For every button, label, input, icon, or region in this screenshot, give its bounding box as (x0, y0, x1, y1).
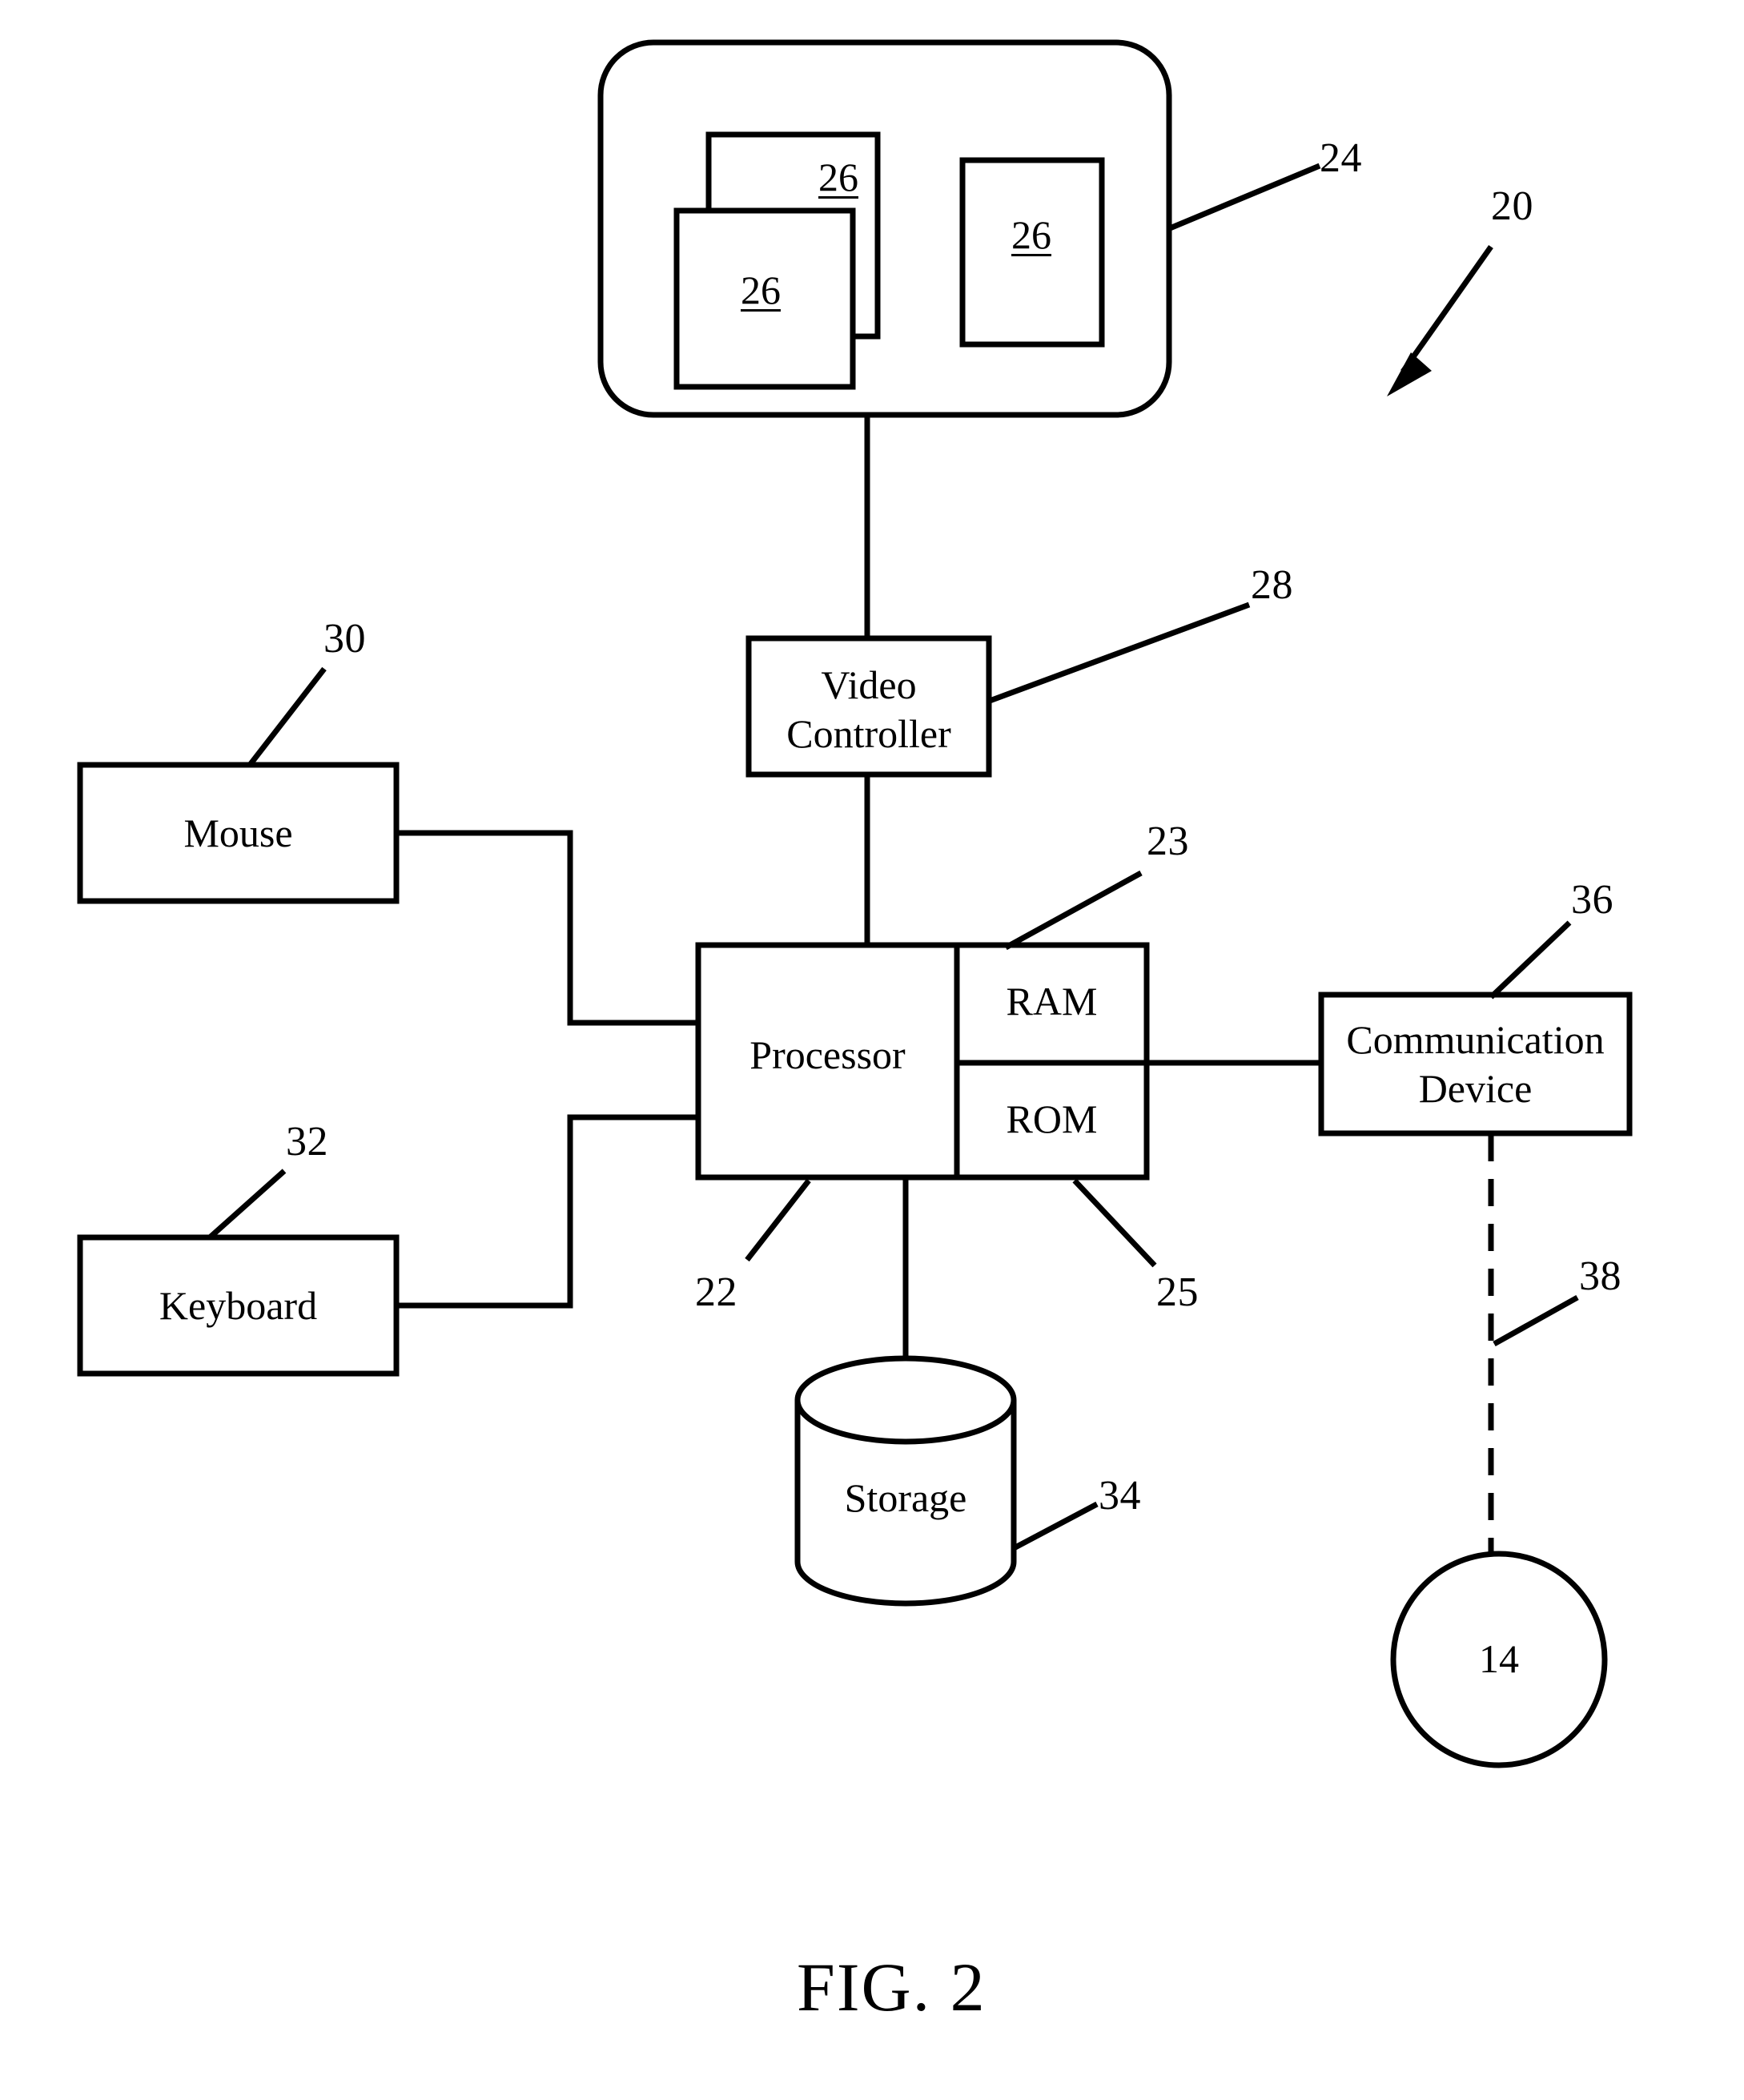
system-arrow-head (1387, 352, 1432, 396)
leader-line-keyboard (207, 1169, 287, 1240)
keyboard-ref-label: 32 (286, 1119, 328, 1165)
leader-line-network-link (1493, 1294, 1579, 1347)
figure-caption: FIG. 2 (797, 1949, 987, 2026)
storage-cylinder-top (794, 1355, 1017, 1445)
leader-line-communication-device (1489, 920, 1572, 1000)
leader-line-ram (1004, 870, 1143, 951)
leader-line-rom (1072, 1178, 1157, 1268)
storage-ref-label: 34 (1099, 1473, 1141, 1519)
communication-device-label-line2: Device (1418, 1066, 1533, 1111)
ram-label: RAM (1006, 979, 1098, 1024)
leader-line-storage (1014, 1501, 1099, 1551)
processor-ref-label: 22 (695, 1269, 737, 1315)
ram-ref-label: 23 (1147, 819, 1189, 864)
rom-label: ROM (1006, 1096, 1098, 1141)
communication-device-label: Communication Device (1321, 1016, 1629, 1113)
leader-line-video-controller (988, 601, 1251, 704)
display-window-front-ref: 26 (741, 268, 781, 312)
system-ref-label: 20 (1491, 183, 1533, 229)
network-link-ref-label: 38 (1579, 1253, 1621, 1299)
video-controller-ref-label: 28 (1251, 562, 1293, 608)
rom-ref-label: 25 (1156, 1269, 1199, 1315)
bus-keyboard-to-processor (396, 1114, 698, 1309)
video-controller-label-line2: Controller (786, 711, 951, 756)
mouse-label: Mouse (183, 811, 293, 855)
display-ref-label: 24 (1320, 135, 1362, 181)
leader-line-mouse (247, 666, 327, 767)
display-window-back-ref: 26 (818, 155, 858, 199)
mouse-ref-label: 30 (323, 616, 366, 662)
storage-label: Storage (844, 1475, 967, 1520)
system-arrow-shaft (1400, 244, 1493, 374)
communication-device-ref-label: 36 (1571, 877, 1613, 923)
processor-label: Processor (749, 1032, 906, 1077)
display-window-right-ref: 26 (1011, 212, 1051, 257)
video-controller-label-line1: Video (821, 662, 917, 707)
keyboard-label: Keyboard (159, 1283, 318, 1328)
communication-device-label-line1: Communication (1346, 1017, 1605, 1062)
bus-mouse-to-processor (396, 830, 698, 1026)
network-node-label: 14 (1479, 1636, 1519, 1681)
video-controller-label: Video Controller (749, 661, 989, 758)
leader-line-processor (745, 1178, 811, 1262)
leader-line-display (1168, 163, 1321, 231)
patent-figure: 26 26 26 24 20 28 Video Controller 30 Mo… (0, 0, 1744, 2100)
